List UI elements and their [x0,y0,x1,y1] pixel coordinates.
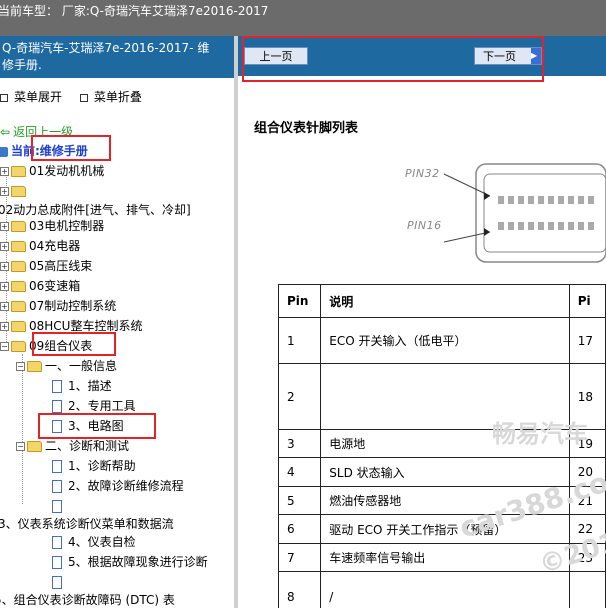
expand-toggle-icon[interactable]: + [0,187,9,196]
document-icon [52,380,62,393]
folder-icon [11,301,26,312]
document-icon [52,480,62,493]
manual-title: Q-奇瑞汽车-艾瑞泽7e-2016-2017- 维 修手册. [0,36,236,78]
page-title: 组合仪表针脚列表 [254,121,359,136]
table-row: 4 SLD 状态输入 20 [277,457,606,487]
tree-item-07[interactable]: +07制动控制系统 [0,298,116,314]
header-description: 说明 [320,284,570,318]
expand-icon [0,93,8,102]
tree-item-diagnosis-testing[interactable]: − 二、诊断和测试 [16,438,129,454]
table-row: 7 车速频率信号输出 23 [277,543,606,572]
table-row: 5 燃油传感器地 21 [277,486,606,515]
pin32-label: PIN32 [405,167,440,180]
table-row: 3 电源地 19 [277,429,606,458]
tree-item-symptom-diagnosis[interactable]: 5、根据故障现象进行诊断 [52,554,208,570]
document-icon [52,556,62,569]
tree-item-special-tools[interactable]: 2、专用工具 [52,398,136,414]
folder-icon [11,221,26,232]
expand-toggle-icon[interactable]: + [0,322,9,331]
document-icon [52,576,62,589]
tree-item-description[interactable]: 1、描述 [52,378,112,394]
back-arrow-icon: ⇦ [0,125,11,139]
header-pin: Pin [277,284,322,318]
folder-icon [11,166,26,177]
collapse-toggle-icon[interactable]: − [16,442,25,451]
folder-icon [11,321,26,332]
tree-item-diag-menu[interactable]: 3、仪表系统诊断仪菜单和数据流 [0,516,174,532]
open-folder-icon [27,361,42,372]
manual-title-line1: Q-奇瑞汽车-艾瑞泽7e-2016-2017- 维 [2,41,210,55]
menu-expand-button[interactable]: 菜单展开 [14,90,62,104]
tree-item-general-info[interactable]: − 一、一般信息 [16,358,117,374]
table-row: 6 驱动 ECO 开关工作指示（预留） 22 [277,514,606,544]
left-tree-panel: Q-奇瑞汽车-艾瑞泽7e-2016-2017- 维 修手册. 菜单展开 菜单折叠… [0,36,236,608]
tree-item-diagnosis-help[interactable]: 1、诊断帮助 [52,458,136,474]
tree-item-04[interactable]: +04充电器 [0,238,80,254]
document-icon [52,400,62,413]
highlight-circuit-diagram [38,413,156,439]
open-folder-icon [27,441,42,452]
collapse-icon [79,93,88,102]
document-icon [52,536,62,549]
manual-icon [0,146,8,157]
tree-item-06[interactable]: +06变速箱 [0,278,80,294]
content-panel: 上一页 下一页 ▶ 组合仪表针脚列表 PIN32 PIN16 Pin 说明 Pi… [238,36,606,608]
table-row: 8/ [277,571,606,608]
tree-item-troubleshooting-flow[interactable]: 2、故障诊断维修流程 [52,478,184,494]
tree-item-01[interactable]: +01发动机机械 [0,163,104,179]
folder-icon [11,241,26,252]
window-title: 当前车型： 厂家:Q-奇瑞汽车艾瑞泽7e2016-2017 [0,4,269,18]
pin-table: Pin 说明 Pi 1 ECO 开关输入（低电平） 17 2 18 3 电源地 19 4S… [277,284,606,608]
table-row: 1 ECO 开关输入（低电平） 17 [277,317,606,364]
document-icon [52,500,62,513]
highlight-current [31,135,111,161]
collapse-toggle-icon[interactable]: − [0,342,9,351]
highlight-nav [242,36,544,82]
title-bar: 当前车型： 厂家:Q-奇瑞汽车艾瑞泽7e2016-2017 [0,0,606,36]
document-icon [52,460,62,473]
menu-collapse-button[interactable]: 菜单折叠 [94,90,142,104]
highlight-cluster [32,332,116,356]
expand-toggle-icon[interactable]: + [0,302,9,311]
tree-item-02[interactable]: 02动力总成附件[进气、排气、冷却] [0,202,191,218]
tree-item-self-test[interactable]: 4、仪表自检 [52,534,136,550]
expand-toggle-icon[interactable]: + [0,282,9,291]
header-pin-2: Pi [568,284,606,318]
table-row: 2 18 [277,363,606,430]
open-folder-icon [11,341,26,352]
menu-toolbar: 菜单展开 菜单折叠 [0,88,156,105]
expand-toggle-icon[interactable]: + [0,167,9,176]
folder-icon [11,281,26,292]
expand-toggle-icon[interactable]: + [0,222,9,231]
folder-icon [11,261,26,272]
manual-title-line2: 修手册. [2,58,42,72]
tree-item-blank-doc-2[interactable] [52,574,68,590]
tree-item-blank[interactable]: + [0,183,29,199]
table-header-row: Pin 说明 Pi [277,284,606,318]
folder-icon [11,186,26,197]
tree-item-03[interactable]: +03电机控制器 [0,218,104,234]
tree-item-blank-doc[interactable] [52,498,68,514]
collapse-toggle-icon[interactable]: − [16,362,25,371]
expand-toggle-icon[interactable]: + [0,242,9,251]
tree-item-dtc-table[interactable]: 5、组合仪表诊断故障码 (DTC) 表 [0,592,175,608]
tree-guide [22,354,23,504]
pin16-label: PIN16 [407,219,442,232]
expand-toggle-icon[interactable]: + [0,262,9,271]
tree-item-05[interactable]: +05高压线束 [0,258,92,274]
